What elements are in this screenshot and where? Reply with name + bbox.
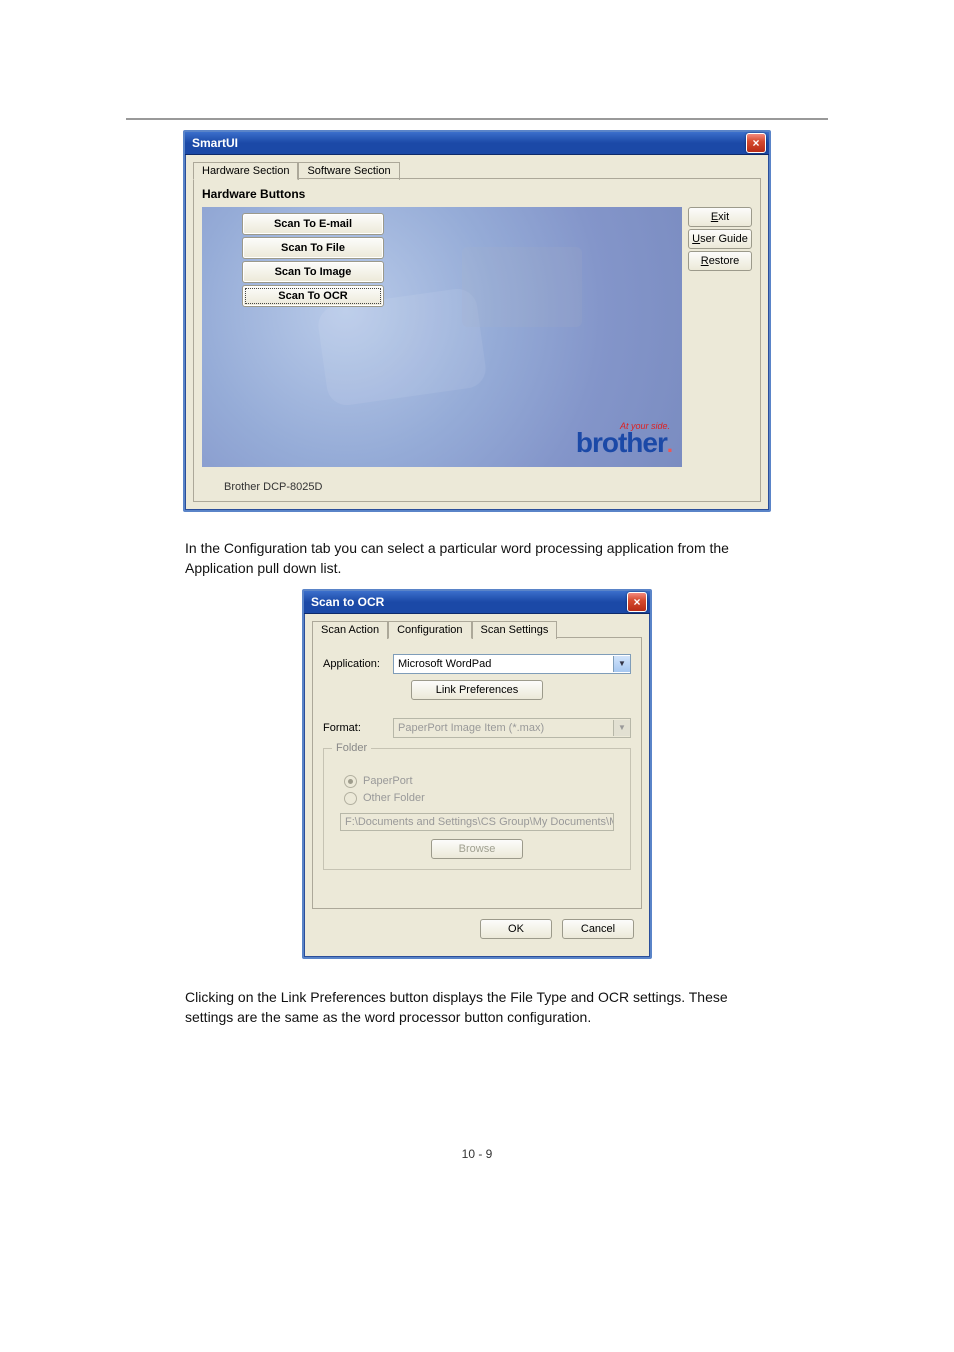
smartui-body: Hardware Section Software Section Hardwa… (185, 155, 769, 510)
browse-button: Browse (431, 839, 523, 859)
scan-to-file-button[interactable]: Scan To File (242, 237, 384, 259)
smartui-tabs: Hardware Section Software Section (193, 161, 761, 179)
radio-icon (344, 792, 357, 805)
smartui-dialog: SmartUI × Hardware Section Software Sect… (183, 130, 771, 512)
tab-configuration[interactable]: Configuration (388, 621, 471, 639)
radio-icon (344, 775, 357, 788)
scan-to-ocr-dialog: Scan to OCR × Scan Action Configuration … (302, 589, 652, 959)
format-label: Format: (323, 722, 385, 734)
cancel-button[interactable]: Cancel (562, 919, 634, 939)
format-value: PaperPort Image Item (*.max) (394, 722, 613, 734)
scan-to-email-button[interactable]: Scan To E-mail (242, 213, 384, 235)
user-guide-button[interactable]: User Guide (688, 229, 752, 249)
tab-hardware-section[interactable]: Hardware Section (193, 162, 298, 180)
smartui-tab-panel: Hardware Buttons Scan To E-mail Scan To … (193, 178, 761, 502)
smartui-title: SmartUI (188, 136, 746, 150)
application-value: Microsoft WordPad (394, 658, 613, 670)
tab-scan-settings[interactable]: Scan Settings (472, 621, 558, 639)
radio-paperport-label: PaperPort (363, 775, 413, 787)
tab-scan-action[interactable]: Scan Action (312, 621, 388, 639)
scan-to-ocr-title: Scan to OCR (307, 595, 627, 609)
hardware-buttons-header: Hardware Buttons (202, 187, 752, 201)
link-preferences-button[interactable]: Link Preferences (411, 680, 543, 700)
radio-other-folder: Other Folder (344, 792, 620, 805)
radio-paperport: PaperPort (344, 775, 620, 788)
folder-path-field: F:\Documents and Settings\CS Group\My Do… (340, 813, 614, 831)
scan-to-ocr-body: Scan Action Configuration Scan Settings … (304, 614, 650, 957)
mid-paragraph: In the Configuration tab you can select … (185, 538, 769, 579)
dialog-button-row: OK Cancel (312, 909, 642, 949)
folder-groupbox: Folder PaperPort Other Folder F:\Documen… (323, 748, 631, 870)
close-icon[interactable]: × (627, 592, 647, 612)
header-rule (126, 118, 828, 120)
folder-legend: Folder (332, 742, 371, 754)
ok-button[interactable]: OK (480, 919, 552, 939)
scan-to-image-button[interactable]: Scan To Image (242, 261, 384, 283)
restore-button[interactable]: Restore (688, 251, 752, 271)
side-button-group: Exit User Guide Restore (688, 207, 752, 493)
configuration-panel: Application: Microsoft WordPad ▼ Link Pr… (312, 637, 642, 909)
hardware-button-group: Scan To E-mail Scan To File Scan To Imag… (242, 211, 384, 309)
smartui-titlebar[interactable]: SmartUI × (185, 132, 769, 155)
dropdown-icon: ▼ (613, 720, 630, 736)
exit-button[interactable]: Exit (688, 207, 752, 227)
application-label: Application: (323, 658, 385, 670)
page-number: 10 - 9 (0, 1147, 954, 1161)
device-label: Brother DCP-8025D (224, 481, 682, 493)
brother-logo: brother. (576, 427, 672, 459)
dropdown-icon[interactable]: ▼ (613, 656, 630, 672)
format-combo: PaperPort Image Item (*.max) ▼ (393, 718, 631, 738)
scan-to-ocr-button[interactable]: Scan To OCR (242, 285, 384, 307)
scan-to-ocr-tabs: Scan Action Configuration Scan Settings (312, 620, 642, 638)
scan-to-ocr-titlebar[interactable]: Scan to OCR × (304, 591, 650, 614)
application-combo[interactable]: Microsoft WordPad ▼ (393, 654, 631, 674)
close-icon[interactable]: × (746, 133, 766, 153)
radio-other-label: Other Folder (363, 792, 425, 804)
background-image: Scan To E-mail Scan To File Scan To Imag… (202, 207, 682, 467)
bottom-paragraph: Clicking on the Link Preferences button … (185, 987, 769, 1028)
